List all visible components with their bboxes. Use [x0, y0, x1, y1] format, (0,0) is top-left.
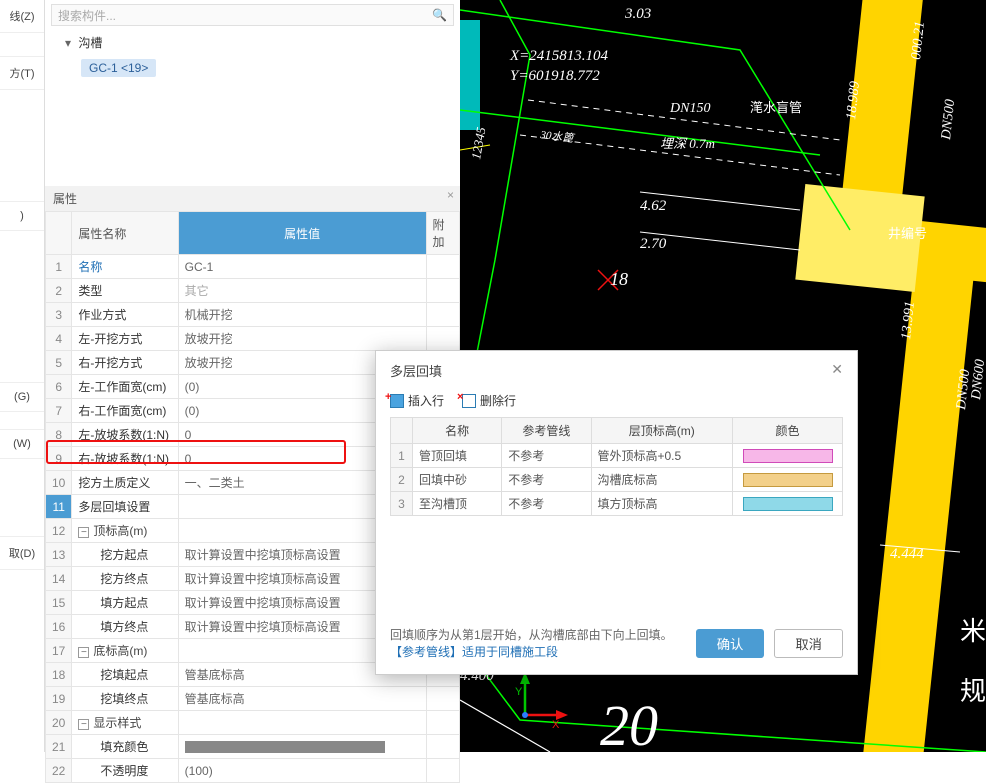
search-placeholder: 搜索构件...: [58, 7, 432, 24]
svg-text:规: 规: [960, 677, 986, 706]
svg-text:4.62: 4.62: [640, 198, 667, 214]
property-row[interactable]: 20−显示样式: [46, 711, 460, 735]
svg-text:3.03: 3.03: [624, 6, 651, 22]
tool-fang[interactable]: 方(T): [0, 57, 44, 90]
svg-text:滗水盲管: 滗水盲管: [750, 100, 802, 115]
ok-button[interactable]: 确认: [696, 629, 765, 658]
col-elev: 层顶标高(m): [591, 418, 733, 444]
backfill-table: 名称 参考管线 层顶标高(m) 颜色 1管顶回填不参考管外顶标高+0.52回填中…: [390, 417, 843, 516]
property-row[interactable]: 3作业方式机械开挖: [46, 303, 460, 327]
col-color: 颜色: [733, 418, 843, 444]
panel-title: 属性 ×: [45, 186, 460, 211]
search-input[interactable]: 搜索构件... 🔍: [51, 4, 454, 26]
backfill-row[interactable]: 1管顶回填不参考管外顶标高+0.5: [391, 444, 843, 468]
svg-text:埋深 0.7m: 埋深 0.7m: [660, 136, 715, 151]
col-name: 名称: [413, 418, 502, 444]
multilayer-backfill-dialog: 多层回填 ✕ 插入行 删除行 名称 参考管线 层顶标高(m) 颜色 1管顶回填不…: [375, 350, 858, 675]
tool-line[interactable]: 线(Z): [0, 0, 44, 33]
svg-text:X: X: [552, 719, 560, 731]
backfill-row[interactable]: 2回填中砂不参考沟槽底标高: [391, 468, 843, 492]
svg-text:X=2415813.104: X=2415813.104: [509, 48, 609, 64]
backfill-row[interactable]: 3至沟槽顶不参考填方顶标高: [391, 492, 843, 516]
dialog-note: 回填顺序为从第1层开始，从沟槽底部由下向上回填。: [390, 626, 673, 643]
col-value: 属性值: [178, 212, 426, 255]
col-ref: 参考管线: [502, 418, 591, 444]
tree-root[interactable]: ▾ 沟槽: [45, 30, 460, 55]
cancel-button[interactable]: 取消: [774, 629, 843, 658]
col-extra: 附加: [426, 212, 460, 255]
dialog-link[interactable]: 【参考管线】适用于同槽施工段: [390, 643, 673, 660]
delete-row-icon: [462, 394, 476, 408]
property-row[interactable]: 4左-开挖方式放坡开挖: [46, 327, 460, 351]
svg-text:DN150: DN150: [669, 101, 710, 116]
tool-w[interactable]: (W): [0, 430, 44, 459]
chevron-down-icon[interactable]: ▾: [65, 36, 71, 50]
tree-root-label: 沟槽: [78, 36, 102, 50]
svg-text:20: 20: [600, 693, 658, 752]
tool-d[interactable]: 取(D): [0, 537, 44, 570]
svg-text:Y: Y: [515, 686, 523, 698]
dialog-title: 多层回填 ✕: [376, 351, 857, 390]
property-row[interactable]: 2类型其它: [46, 279, 460, 303]
delete-row-button[interactable]: 删除行: [462, 392, 516, 409]
close-icon[interactable]: ✕: [831, 361, 843, 378]
svg-text:米: 米: [960, 617, 986, 646]
close-icon[interactable]: ×: [447, 188, 454, 202]
tool-g[interactable]: (G): [0, 383, 44, 412]
tree-item-gc1[interactable]: GC-1 <19>: [81, 59, 156, 77]
property-row[interactable]: 19挖填终点管基底标高: [46, 687, 460, 711]
col-idx: [46, 212, 72, 255]
col-name: 属性名称: [72, 212, 178, 255]
tool-paren[interactable]: ): [0, 202, 44, 231]
svg-text:井编号: 井编号: [888, 226, 927, 241]
svg-text:Y=601918.772: Y=601918.772: [510, 68, 600, 84]
component-tree: 搜索构件... 🔍 ▾ 沟槽 GC-1 <19>: [45, 0, 460, 175]
insert-row-icon: [390, 394, 404, 408]
search-icon[interactable]: 🔍: [432, 8, 447, 22]
left-toolbar: 线(Z) 方(T) ) (G) (W) 取(D): [0, 0, 45, 752]
svg-text:2.70: 2.70: [640, 236, 667, 252]
property-row[interactable]: 1名称GC-1: [46, 255, 460, 279]
insert-row-button[interactable]: 插入行: [390, 392, 444, 409]
property-row[interactable]: 22不透明度(100): [46, 759, 460, 783]
property-row[interactable]: 21填充颜色: [46, 735, 460, 759]
svg-text:18: 18: [610, 269, 628, 289]
